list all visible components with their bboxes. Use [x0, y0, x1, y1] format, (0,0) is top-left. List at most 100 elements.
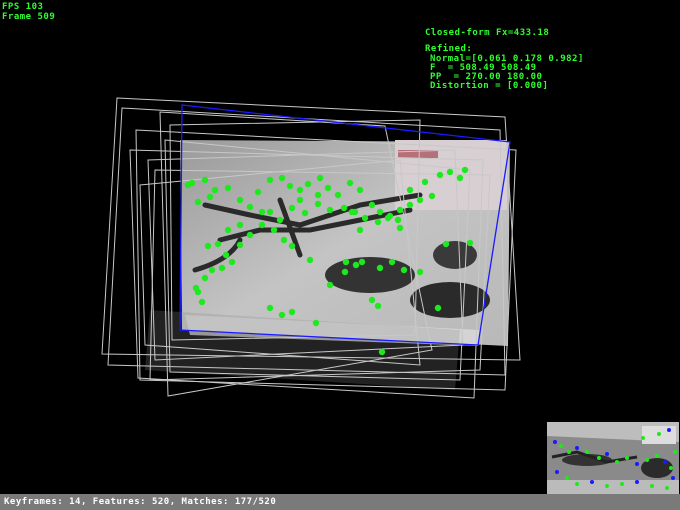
feature-point — [376, 208, 384, 216]
thumbnail-feature-point — [590, 480, 594, 484]
thumbnail-feature-point — [655, 454, 659, 458]
feature-point — [222, 251, 230, 259]
thumbnail-feature-point — [605, 452, 609, 456]
thumbnail-feature-point — [657, 432, 661, 436]
feature-point — [286, 182, 294, 190]
camera-thumbnail — [547, 422, 679, 494]
feature-point — [258, 221, 266, 229]
feature-point — [206, 193, 214, 201]
fps-label: FPS 103 — [2, 2, 44, 12]
feature-point — [428, 192, 436, 200]
feature-point — [388, 258, 396, 266]
distortion-value: Distortion = [0.000] — [430, 81, 549, 91]
feature-point — [461, 166, 469, 174]
feature-point — [246, 231, 254, 239]
thumbnail-feature-point — [597, 456, 601, 460]
feature-point — [224, 226, 232, 234]
thumbnail-feature-point — [585, 450, 589, 454]
feature-point — [342, 258, 350, 266]
feature-point — [254, 188, 262, 196]
thumbnail-feature-point — [665, 486, 669, 490]
feature-point — [368, 296, 376, 304]
feature-point — [224, 184, 232, 192]
thumbnail-feature-point — [663, 460, 667, 464]
feature-point — [396, 206, 404, 214]
frame-label: Frame 509 — [2, 12, 56, 22]
feature-point — [456, 174, 464, 182]
feature-point — [194, 198, 202, 206]
feature-point — [258, 208, 266, 216]
feature-point — [266, 304, 274, 312]
feature-point — [436, 171, 444, 179]
feature-point — [374, 302, 382, 310]
feature-point — [394, 216, 402, 224]
feature-point — [214, 240, 222, 248]
feature-point — [204, 242, 212, 250]
feature-point — [368, 201, 376, 209]
feature-point — [466, 239, 474, 247]
feature-point — [314, 191, 322, 199]
thumbnail-feature-point — [641, 436, 645, 440]
thumbnail-feature-point — [635, 462, 639, 466]
feature-point — [236, 196, 244, 204]
feature-point — [334, 191, 342, 199]
thumbnail-feature-point — [673, 450, 677, 454]
feature-point — [236, 241, 244, 249]
feature-point — [184, 181, 192, 189]
thumbnail-feature-point — [605, 484, 609, 488]
feature-point — [306, 256, 314, 264]
thumbnail-feature-point — [615, 460, 619, 464]
feature-point — [416, 196, 424, 204]
feature-point — [326, 206, 334, 214]
feature-point — [201, 176, 209, 184]
thumbnail-feature-point — [565, 476, 569, 480]
feature-point — [356, 226, 364, 234]
thumbnail-feature-point — [635, 480, 639, 484]
feature-point — [296, 196, 304, 204]
feature-point — [266, 176, 274, 184]
feature-point — [208, 266, 216, 274]
camera-image — [145, 140, 510, 390]
closed-form-label: Closed-form Fx=433.18 — [425, 28, 550, 38]
feature-point — [266, 208, 274, 216]
feature-point — [406, 201, 414, 209]
status-bar: Keyframes: 14, Features: 520, Matches: 1… — [0, 494, 680, 510]
feature-point — [276, 216, 284, 224]
thumbnail-feature-point — [669, 466, 673, 470]
feature-point — [270, 226, 278, 234]
feature-point — [278, 311, 286, 319]
feature-point — [358, 258, 366, 266]
feature-point — [434, 304, 442, 312]
thumbnail-feature-point — [567, 450, 571, 454]
feature-point — [246, 203, 254, 211]
feature-point — [352, 261, 360, 269]
feature-point — [341, 268, 349, 276]
feature-point — [384, 214, 392, 222]
feature-point — [348, 208, 356, 216]
thumbnail-feature-point — [620, 482, 624, 486]
thumbnail-feature-point — [575, 482, 579, 486]
feature-point — [356, 186, 364, 194]
feature-point — [192, 284, 200, 292]
feature-point — [340, 204, 348, 212]
feature-point — [324, 184, 332, 192]
feature-point — [378, 348, 386, 356]
feature-point — [314, 200, 322, 208]
feature-point — [288, 242, 296, 250]
feature-point — [198, 298, 206, 306]
feature-point — [304, 180, 312, 188]
thumbnail-feature-point — [625, 456, 629, 460]
feature-point — [421, 178, 429, 186]
refined-title: Refined: — [425, 44, 473, 54]
feature-point — [296, 186, 304, 194]
feature-point — [396, 224, 404, 232]
feature-point — [316, 174, 324, 182]
feature-point — [376, 264, 384, 272]
feature-point — [361, 214, 369, 222]
feature-point — [280, 236, 288, 244]
feature-point — [326, 281, 334, 289]
feature-point — [218, 264, 226, 272]
feature-point — [374, 218, 382, 226]
feature-point — [346, 179, 354, 187]
thumbnail-feature-point — [555, 470, 559, 474]
